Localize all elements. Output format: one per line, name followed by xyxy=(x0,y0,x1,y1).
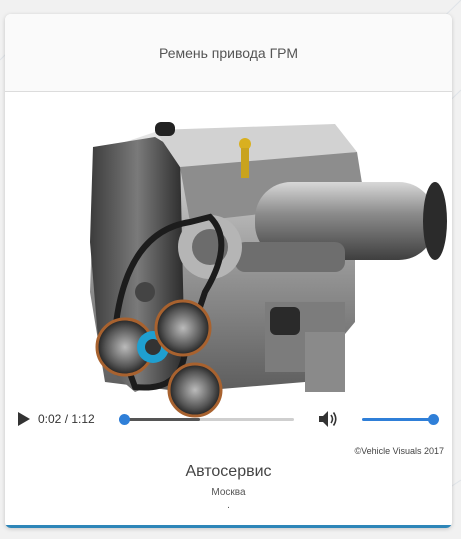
volume-handle[interactable] xyxy=(428,414,439,425)
play-icon[interactable] xyxy=(17,411,31,427)
player-controls: 0:02 / 1:12 xyxy=(5,405,452,433)
footer-subtitle: Москва xyxy=(211,487,246,498)
progress-handle[interactable] xyxy=(119,414,131,425)
card-header: Ремень привода ГРМ xyxy=(5,14,452,92)
volume-icon[interactable] xyxy=(318,410,338,428)
progress-bar[interactable] xyxy=(119,414,294,425)
footer-title: Автосервис xyxy=(185,463,272,480)
progress-played xyxy=(119,418,200,421)
video-player[interactable]: 0:02 / 1:12 xyxy=(5,92,452,436)
volume-slider[interactable] xyxy=(362,414,439,425)
engine-video-frame xyxy=(90,122,447,418)
video-card: Ремень привода ГРМ 0:02 / 1:12 ©Vehicle … xyxy=(5,14,452,528)
card-accent-bar xyxy=(5,525,452,528)
card-title: Ремень привода ГРМ xyxy=(158,44,299,61)
time-display: 0:02 / 1:12 xyxy=(38,412,95,426)
footer-extra: . xyxy=(227,500,230,511)
copyright-text: ©Vehicle Visuals 2017 xyxy=(354,446,444,456)
